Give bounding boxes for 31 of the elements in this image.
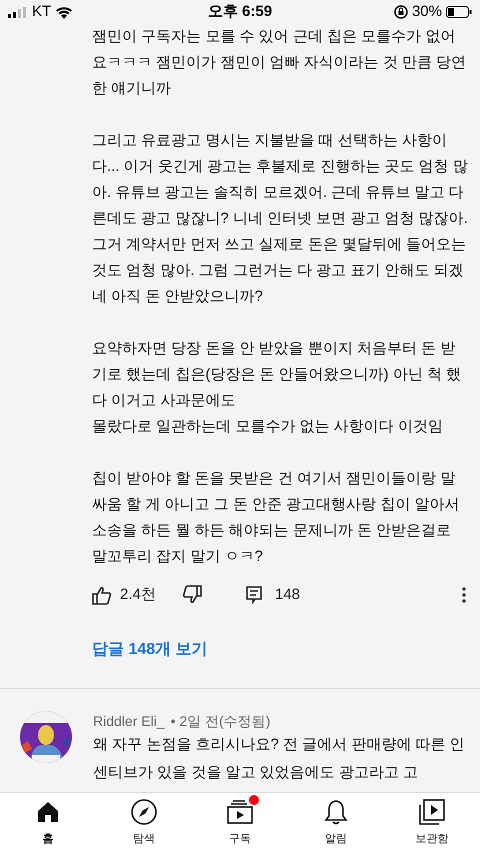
view-replies-link[interactable]: 답글 148개 보기 (92, 638, 208, 662)
thumbs-down-icon[interactable] (182, 585, 202, 605)
thumbs-up-icon[interactable] (92, 585, 112, 605)
home-icon (36, 800, 60, 824)
comment-text: 왜 자꾸 논점을 흐리시나요? 전 글에서 판매량에 따른 인센티브가 있을 것을 알고 있었음에도 광고라고 고 (93, 735, 466, 783)
reply-count: 148 (275, 584, 300, 605)
nav-tab[interactable]: 보관함 (384, 793, 480, 854)
carrier-name: KT (32, 2, 52, 22)
nav-tab[interactable]: 알림 (288, 793, 384, 854)
library-icon (419, 799, 445, 826)
wifi-icon (55, 6, 74, 18)
nav-tab[interactable]: 탐색 (96, 793, 192, 854)
comment-paragraph: 요약하자면 당장 돈을 안 받았을 뿐이지 처음부터 돈 받기로 했는데 칩은(당장은 돈 안들어왔으니까) 아닌 척 했다 이거고 사과문에도 몰랐다로 일관하는데 모를수가 없는 사항이다 이것임 (92, 339, 462, 437)
battery-percent: 30% (412, 2, 442, 22)
nav-tab[interactable]: 구독 (192, 793, 288, 854)
battery-icon (446, 6, 472, 18)
comment-author[interactable]: Riddler Eli_ (93, 711, 165, 731)
more-options-icon[interactable] (462, 587, 466, 603)
like-count: 2.4천 (120, 584, 157, 605)
rotation-lock-icon (394, 5, 408, 19)
subscriptions-icon (227, 800, 253, 824)
reply-icon[interactable] (246, 586, 262, 604)
comment-paragraph: 그리고 유료광고 명시는 지불받을 때 선택하는 사항이다... 이거 웃긴게 광고는 후불제로 진행하는 곳도 엄청 많아. 유튜브 광고는 솔직히 모르겠어. 근데 유튜브 말고 다른데도 광고 많잖니? 니네 인터넷 보면 광고 엄청 많잖아. 그거 계약서만 먼저 쓰고 실제로 돈은 몇달뒤에 들어오는 것도 엄청 많아. 그럼 그런거는 다 광고 표기 안해도 되겠네 아직 돈 안받았으니까? (92, 131, 468, 307)
comment-paragraph: 잼민이 구독자는 모를 수 있어 근데 칩은 모를수가 없어요ㅋㅋㅋ 잼민이가 잼민이 엄빠 자식이라는 것 만큼 당연한 얘기니까 (92, 27, 468, 99)
comment-time: • 2일 전(수정됨) (170, 712, 270, 731)
bell-icon (324, 799, 348, 826)
nav-tab[interactable]: 홈 (0, 793, 96, 854)
clock-time: 오후 6:59 (208, 2, 272, 22)
signal-icon (8, 6, 28, 18)
compass-icon (131, 799, 157, 826)
comment-paragraph: 칩이 받아야 할 돈을 못받은 건 여기서 잼민이들이랑 말싸움 할 게 아니고 그 돈 안준 광고대행사랑 칩이 알아서 소송을 하든 뭘 하든 해야되는 문제니까 돈 안받은걸로 말꼬투리 잡지 말기 ㅇㅋ? (92, 469, 461, 567)
